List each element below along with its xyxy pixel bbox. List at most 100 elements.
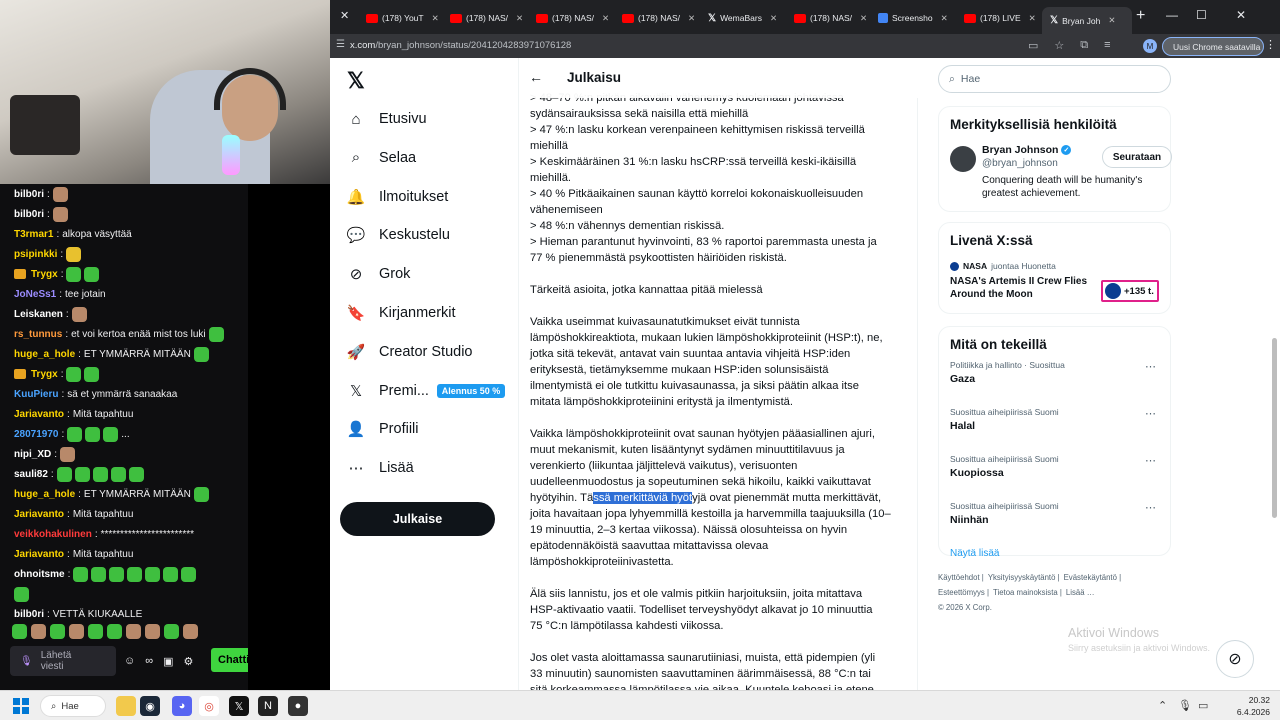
tab[interactable]: 𝕏 Bryan Joh ✕ bbox=[1042, 7, 1132, 34]
chat-username[interactable]: T3rmar1 bbox=[14, 229, 53, 240]
extensions-icon[interactable]: ⧉ bbox=[1080, 39, 1088, 52]
obs-icon[interactable]: ● bbox=[288, 696, 308, 716]
site-info-icon[interactable]: ☰ bbox=[336, 39, 345, 50]
chat-username[interactable]: Trygx bbox=[31, 269, 58, 280]
emote-icon[interactable] bbox=[126, 624, 141, 639]
following-button[interactable]: Seurataan bbox=[1102, 146, 1172, 168]
chat-username[interactable]: bilb0ri bbox=[14, 609, 44, 620]
emote-icon[interactable] bbox=[164, 624, 179, 639]
chat-username[interactable]: veikkohakulinen bbox=[14, 529, 92, 540]
windows-start-icon[interactable] bbox=[13, 698, 29, 714]
tab[interactable]: (178) NAS/ ✕ bbox=[614, 7, 698, 29]
new-tab-button[interactable]: + bbox=[1136, 7, 1145, 25]
tray-chevron-icon[interactable]: ⌃ bbox=[1158, 699, 1167, 712]
scrollbar[interactable] bbox=[1272, 338, 1277, 518]
chat-username[interactable]: ohnoitsme bbox=[14, 569, 65, 580]
close-icon[interactable]: ✕ bbox=[340, 9, 349, 22]
bookmark-star-icon[interactable]: ☆ bbox=[1054, 39, 1064, 52]
chat-username[interactable]: 28071970 bbox=[14, 429, 59, 440]
more-options-icon[interactable]: ⋯ bbox=[1145, 454, 1157, 467]
tab-close-icon[interactable]: ✕ bbox=[516, 13, 523, 24]
settings-icon[interactable]: ⚙ bbox=[183, 655, 193, 668]
minimize-button[interactable]: — bbox=[1166, 8, 1178, 22]
chat-username[interactable]: JoNeSs1 bbox=[14, 289, 56, 300]
trend-item[interactable]: Suosittua aiheipiirissä Suomi Kuopiossa ⋯ bbox=[950, 454, 1159, 495]
chat-username[interactable]: psipinkki bbox=[14, 249, 57, 260]
tab[interactable]: 𝕏 WemaBars ✕ bbox=[700, 7, 784, 29]
tab[interactable]: (178) NAS/ ✕ bbox=[786, 7, 870, 29]
tab-close-icon[interactable]: ✕ bbox=[941, 13, 948, 24]
post-button[interactable]: Julkaise bbox=[340, 502, 495, 536]
nav-item[interactable]: 𝕏 Premi... bbox=[347, 378, 429, 404]
emote-icon[interactable] bbox=[183, 624, 198, 639]
back-arrow-icon[interactable]: ← bbox=[529, 69, 543, 85]
nav-item[interactable]: 👤 Profiili bbox=[347, 416, 419, 442]
footer-link[interactable]: Käyttöehdot | bbox=[938, 573, 984, 582]
nav-item[interactable]: 🔔 Ilmoitukset bbox=[347, 184, 449, 210]
url-field[interactable]: x.com/bryan_johnson/status/2041204283971… bbox=[350, 40, 571, 51]
emote-icon[interactable] bbox=[12, 624, 27, 639]
nav-item[interactable]: ⌂ Etusivu bbox=[347, 106, 426, 132]
mic-tray-icon[interactable]: 🎙 bbox=[1178, 699, 1192, 712]
nav-item[interactable]: 🔖 Kirjanmerkit bbox=[347, 300, 456, 326]
taskbar-search[interactable]: ⌕ Hae bbox=[40, 695, 106, 717]
emote-icon[interactable] bbox=[145, 624, 160, 639]
nav-item[interactable]: ⊘ Grok bbox=[347, 261, 411, 287]
live-listener-count[interactable]: +135 t. bbox=[1101, 280, 1159, 302]
nav-item[interactable]: ⋯ Lisää bbox=[347, 455, 414, 481]
discord-icon[interactable]: ◕ bbox=[172, 696, 192, 716]
tab-close-icon[interactable]: ✕ bbox=[432, 13, 439, 24]
cast-icon[interactable]: ▭ bbox=[1028, 39, 1038, 52]
chat-username[interactable]: sauli82 bbox=[14, 469, 48, 480]
chat-username[interactable]: bilb0ri bbox=[14, 209, 44, 220]
grok-icon[interactable]: ⊘ bbox=[1216, 640, 1254, 678]
trend-item[interactable]: Suosittua aiheipiirissä Suomi Halal ⋯ bbox=[950, 407, 1159, 448]
emote-icon[interactable] bbox=[31, 624, 46, 639]
window-close-button[interactable]: ✕ bbox=[1236, 8, 1246, 22]
tab-close-icon[interactable]: ✕ bbox=[860, 13, 867, 24]
trend-item[interactable]: Suosittua aiheipiirissä Suomi Niinhän ⋯ bbox=[950, 501, 1159, 542]
network-icon[interactable]: ▭ bbox=[1198, 699, 1208, 712]
nav-item[interactable]: 🚀 Creator Studio bbox=[347, 339, 473, 365]
tab[interactable]: (178) LIVE ✕ bbox=[956, 7, 1040, 29]
tab-close-icon[interactable]: ✕ bbox=[1108, 15, 1115, 26]
person-name[interactable]: Bryan Johnson ✓ bbox=[982, 144, 1072, 156]
chat-input[interactable]: 🎙 Lähetä viesti bbox=[10, 646, 116, 676]
show-more-link[interactable]: Näytä lisää bbox=[950, 548, 1159, 559]
trend-item[interactable]: Politiikka ja hallinto · Suosittua Gaza ⋯ bbox=[950, 360, 1159, 401]
more-options-icon[interactable]: ⋯ bbox=[1145, 360, 1157, 373]
tab[interactable]: (178) NAS/ ✕ bbox=[528, 7, 612, 29]
chat-username[interactable]: Leiskanen bbox=[14, 309, 63, 320]
app-icon[interactable]: N bbox=[258, 696, 278, 716]
chat-username[interactable]: Trygx bbox=[31, 369, 58, 380]
maximize-button[interactable]: ☐ bbox=[1196, 8, 1207, 22]
chat-username[interactable]: Jariavanto bbox=[14, 409, 64, 420]
clock[interactable]: 20.32 6.4.2026 bbox=[1212, 694, 1270, 718]
tab-close-icon[interactable]: ✕ bbox=[602, 13, 609, 24]
footer-link[interactable]: Evästekäytäntö | bbox=[1064, 573, 1122, 582]
person-row[interactable]: Bryan Johnson ✓ @bryan_johnson Conquering… bbox=[950, 144, 1172, 204]
live-space-title[interactable]: NASA's Artemis II Crew Flies Around the … bbox=[950, 275, 1100, 301]
emote-icon[interactable] bbox=[50, 624, 65, 639]
tab-close-icon[interactable]: ✕ bbox=[1029, 13, 1036, 24]
x-logo-icon[interactable]: 𝕏 bbox=[347, 70, 369, 92]
chat-username[interactable]: nipi_XD bbox=[14, 449, 51, 460]
emote-icon[interactable] bbox=[107, 624, 122, 639]
chat-username[interactable]: huge_a_hole bbox=[14, 489, 75, 500]
media-icon[interactable]: ≡ bbox=[1104, 39, 1110, 52]
x-app-icon[interactable]: 𝕏 bbox=[229, 696, 249, 716]
tab-close-icon[interactable]: ✕ bbox=[770, 13, 777, 24]
points-icon[interactable]: ∞ bbox=[145, 655, 153, 667]
footer-link[interactable]: Yksityisyyskäytäntö | bbox=[988, 573, 1060, 582]
more-options-icon[interactable]: ⋯ bbox=[1145, 407, 1157, 420]
menu-icon[interactable]: ⋮ bbox=[1265, 38, 1276, 51]
chat-username[interactable]: Jariavanto bbox=[14, 509, 64, 520]
tab-close-icon[interactable]: ✕ bbox=[688, 13, 695, 24]
nav-item[interactable]: ⌕ Selaa bbox=[347, 145, 416, 171]
emote-icon[interactable] bbox=[69, 624, 84, 639]
footer-link[interactable]: © 2026 X Corp. bbox=[938, 603, 992, 612]
footer-link[interactable]: Tietoa mainoksista | bbox=[993, 588, 1062, 597]
more-options-icon[interactable]: ⋯ bbox=[1145, 501, 1157, 514]
search-input[interactable]: ⌕ Hae bbox=[938, 65, 1171, 93]
tab[interactable]: Screensho ✕ bbox=[870, 7, 954, 29]
